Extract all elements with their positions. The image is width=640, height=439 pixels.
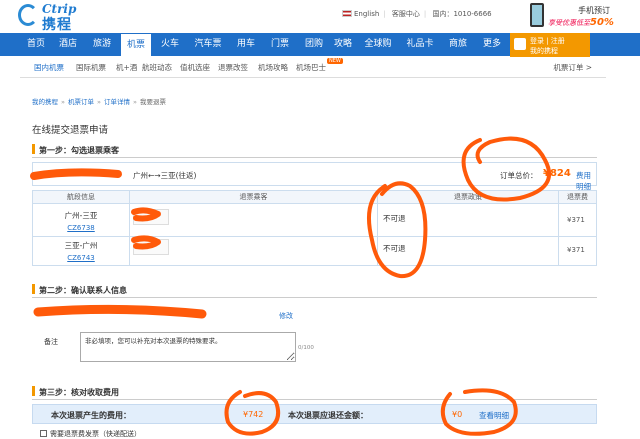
nav-tickets[interactable]: 门票 <box>264 33 296 56</box>
breadcrumb-my-ctrip[interactable]: 我的携程 <box>32 98 58 106</box>
subnav-flight-status[interactable]: 航班动态 <box>142 62 172 73</box>
breadcrumb: 我的携程» 机票订单» 订单详情» 我要退票 <box>32 96 166 106</box>
col-header-fee: 退票费 <box>559 191 596 204</box>
remark-textarea[interactable]: 非必填项，您可以补充对本次退票的特殊要求。 <box>80 332 296 362</box>
nav-bus[interactable]: 汽车票 <box>188 33 228 56</box>
mobile-booking-promo[interactable]: 手机预订 享受优惠低至50% <box>530 2 638 30</box>
nav-train[interactable]: 火车 <box>154 33 186 56</box>
login-box[interactable]: 登录 | 注册 我的携程 <box>510 33 590 57</box>
trip-summary-row: 广州←→三亚(往返) 订单总价： ¥824 费用明细 ▾ <box>32 162 597 201</box>
us-flag-icon <box>342 10 352 17</box>
nav-home[interactable]: 首页 <box>22 33 50 56</box>
col-divider <box>558 191 559 265</box>
edit-contact-link[interactable]: 修改 <box>279 311 293 321</box>
remark-char-count: 0/100 <box>298 345 314 351</box>
nav-hotel[interactable]: 酒店 <box>52 33 84 56</box>
refund-fee-label: 本次退票产生的费用： <box>51 411 131 420</box>
sub-nav: 国内机票 国际机票 机+酒 航班动态 值机选座 退票改签 机场攻略 机场巴士 N… <box>20 58 606 78</box>
flight-number-link[interactable]: CZ6743 <box>34 254 128 262</box>
subnav-check-in[interactable]: 值机选座 <box>180 62 210 73</box>
breadcrumb-arrow: » <box>61 98 65 106</box>
page-title: 在线提交退票申请 <box>32 125 109 136</box>
refund-fee: ¥371 <box>567 216 585 224</box>
invoice-option[interactable]: 需要退票费发票（快递配送） <box>40 429 141 439</box>
col-header-policy: 退票政策 <box>378 191 558 204</box>
flight-number-link[interactable]: CZ6738 <box>34 224 128 232</box>
service-center-link[interactable]: 客服中心 <box>392 10 420 18</box>
subnav-airport-guide[interactable]: 机场攻略 <box>258 62 288 73</box>
trip-route: 广州←→三亚(往返) <box>133 171 197 180</box>
subnav-domestic[interactable]: 国内机票 <box>34 62 64 73</box>
nav-group-buy[interactable]: 团购 <box>298 33 330 56</box>
site-header: Ctrip 携程 English | 客服中心 | 国内：1010-6666 手机预… <box>0 0 640 33</box>
nav-flights[interactable]: 机票 <box>120 33 152 56</box>
phone-icon <box>530 3 544 27</box>
nav-more[interactable]: 更多 <box>476 33 508 56</box>
mobile-title: 手机预订 <box>578 6 610 15</box>
nav-global-shop[interactable]: 全球购 <box>358 33 398 56</box>
segment-cell: 广州-三亚 CZ6738 <box>34 210 128 232</box>
step-marker <box>32 284 35 294</box>
col-header-segment: 航段信息 <box>33 191 129 204</box>
new-badge: NEW <box>327 58 343 64</box>
subnav-international[interactable]: 国际机票 <box>76 62 106 73</box>
breadcrumb-arrow: » <box>96 98 101 106</box>
refund-policy: 不可退 <box>383 214 406 223</box>
my-ctrip-link[interactable]: 我的携程 <box>530 46 558 56</box>
user-avatar-icon <box>514 38 526 50</box>
subnav-flight-hotel[interactable]: 机+酒 <box>116 62 137 73</box>
fee-summary-bar: 本次退票产生的费用： ¥742 本次退票应退还金额： ¥0 查看明细 <box>32 404 597 424</box>
step-marker <box>32 144 35 154</box>
col-divider <box>129 191 130 265</box>
segment-route: 广州-三亚 <box>64 211 98 220</box>
dolphin-logo-icon <box>18 4 38 26</box>
breadcrumb-order-detail[interactable]: 订单详情 <box>104 98 130 106</box>
passenger-table: 航段信息 退票乘客 退票政策 退票费 广州-三亚 CZ6738 不可退 ¥371… <box>32 190 597 266</box>
row-divider <box>33 236 596 237</box>
login-register-link[interactable]: 登录 | 注册 <box>530 36 565 46</box>
segment-route: 三亚-广州 <box>64 241 98 250</box>
hotline-phone[interactable]: 国内：1010-6666 <box>432 10 491 18</box>
subnav-airport-bus[interactable]: 机场巴士 <box>296 62 326 73</box>
redaction-stroke <box>33 304 207 319</box>
view-detail-link[interactable]: 查看明细 <box>479 410 509 421</box>
brand-cn: 携程 <box>42 17 72 33</box>
nav-travel[interactable]: 旅游 <box>86 33 118 56</box>
ctrip-logo[interactable]: Ctrip 携程 <box>18 2 118 33</box>
passenger-name-box[interactable] <box>133 239 169 255</box>
flight-orders-link[interactable]: 机票订单 > <box>553 62 592 73</box>
order-total-value: ¥824 <box>543 168 571 179</box>
step3-title: 第三步：核对收取费用 <box>32 386 597 400</box>
separator: | <box>423 10 427 18</box>
col-header-passenger: 退票乘客 <box>130 191 377 204</box>
order-total-label: 订单总价： <box>500 171 538 180</box>
breadcrumb-current: 我要退票 <box>139 98 166 106</box>
subnav-refund-change[interactable]: 退票改签 <box>218 62 248 73</box>
step2-title: 第二步：确认联系人信息 <box>32 284 597 298</box>
breadcrumb-flight-orders[interactable]: 机票订单 <box>68 98 94 106</box>
refund-amount-label: 本次退票应退还金额： <box>288 411 368 420</box>
language-select[interactable]: English <box>354 10 379 18</box>
invoice-checkbox[interactable] <box>40 430 47 437</box>
refund-policy: 不可退 <box>383 244 406 253</box>
invoice-label: 需要退票费发票（快递配送） <box>50 430 141 438</box>
separator: | <box>383 10 386 18</box>
top-links: English | 客服中心 | 国内：1010-6666 <box>342 9 496 19</box>
nav-guides[interactable]: 攻略 <box>330 33 356 56</box>
nav-car[interactable]: 用车 <box>230 33 262 56</box>
passenger-name-box[interactable] <box>133 209 169 225</box>
nav-business[interactable]: 商旅 <box>442 33 474 56</box>
segment-cell: 三亚-广州 CZ6743 <box>34 240 128 262</box>
remark-label: 备注 <box>44 338 58 346</box>
mobile-promo-text: 享受优惠低至50% <box>548 17 614 28</box>
col-divider <box>377 191 378 265</box>
refund-amount-value: ¥0 <box>452 410 463 419</box>
nav-gift-card[interactable]: 礼品卡 <box>400 33 440 56</box>
step1-title: 第一步：勾选退票乘客 <box>32 144 597 158</box>
step-marker <box>32 386 35 396</box>
breadcrumb-arrow: » <box>132 98 137 106</box>
refund-fee: ¥371 <box>567 246 585 254</box>
refund-fee-value: ¥742 <box>243 410 264 419</box>
